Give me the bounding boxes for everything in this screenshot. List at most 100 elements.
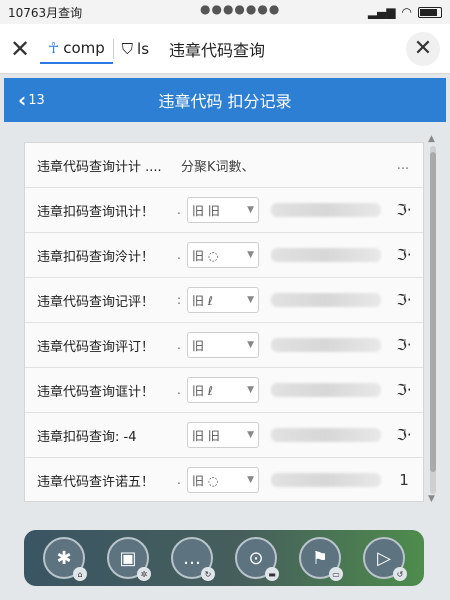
status-time: 10763月查询	[8, 5, 83, 20]
row-select[interactable]: 旧 ▼	[187, 332, 259, 358]
tab-comp-label: comp	[63, 38, 105, 57]
gear-icon: ✱	[56, 547, 72, 569]
signal-icon: ▂▄▆	[367, 5, 396, 19]
person-icon: ☥	[48, 38, 60, 57]
row-select[interactable]: 旧 ℓ ▼	[187, 377, 259, 403]
tv-button[interactable]: ▣ ✲	[107, 537, 151, 581]
flag-button[interactable]: ⚑ ▭	[299, 537, 343, 581]
window-badge-icon: ▭	[329, 567, 343, 581]
tab-comp[interactable]: ☥ comp	[40, 34, 113, 64]
back-button[interactable]: ‹ 13	[4, 88, 64, 112]
select-value: 旧 ℓ	[192, 383, 213, 398]
tab-ls-label: ls	[137, 39, 150, 58]
list-item[interactable]: 违章代码查许诺五！ . 旧 ◌ ▼ 1	[25, 458, 423, 501]
tab-ls[interactable]: ⛉ ls	[114, 34, 157, 64]
tv-icon: ▣	[119, 547, 137, 569]
flag-icon: ⚑	[311, 547, 329, 569]
chevron-left-icon: ‹	[18, 88, 27, 112]
location-button[interactable]: ⊙ ▬	[235, 537, 279, 581]
row-label: 违章扣码查询泠计！	[37, 249, 155, 265]
blurred-value	[271, 248, 381, 262]
shield-icon: ⛉	[121, 39, 134, 58]
row-select[interactable]: 旧 旧 ▼	[187, 197, 259, 223]
row-action[interactable]: ℑ·	[393, 381, 415, 399]
row-label: 违章代码查询评订！	[37, 339, 155, 355]
settings-button[interactable]: ✱ ⌂	[43, 537, 87, 581]
row-label: 违章代码查许诺五！	[37, 474, 155, 490]
video-button[interactable]: ▷ ↺	[363, 537, 407, 581]
app-header: ‹ 13 违章代码 扣分记录	[4, 78, 446, 122]
row-action[interactable]: 1	[393, 471, 415, 489]
status-bar: 10763月查询 ●●●●●●● ▂▄▆ ◠	[0, 0, 450, 24]
location-icon: ⊙	[248, 547, 264, 569]
row-select[interactable]: 旧 ℓ ▼	[187, 287, 259, 313]
list-item[interactable]: 违章代码查询记评！ : 旧 ℓ ▼ ℑ·	[25, 278, 423, 323]
chat-icon: …	[183, 547, 201, 569]
list-item[interactable]: 违章代码查询诓计！ . 旧 ℓ ▼ ℑ·	[25, 368, 423, 413]
chevron-down-icon: ▼	[247, 385, 254, 395]
close-icon[interactable]: ✕	[10, 35, 40, 63]
select-value: 旧 旧	[192, 428, 220, 443]
back-label: 13	[28, 92, 45, 108]
chevron-down-icon: ▼	[247, 295, 254, 305]
scrollbar-thumb[interactable]	[430, 152, 436, 472]
refresh-badge-icon: ↻	[201, 567, 215, 581]
row-dot: :	[177, 293, 182, 307]
more-icon[interactable]: ...	[391, 158, 415, 173]
row-dot: .	[177, 203, 181, 217]
row-select[interactable]: 旧 旧 ▼	[187, 422, 259, 448]
row-label: 违章代码查询计计 ....	[37, 159, 162, 175]
browser-toolbar: ✕ ☥ comp ⛉ ls 违章代码查询 ✕	[0, 24, 450, 74]
chevron-down-icon: ▼	[247, 475, 254, 485]
gear-badge-icon: ✲	[137, 567, 151, 581]
battery-icon	[418, 6, 442, 18]
blurred-value	[271, 473, 381, 487]
row-action[interactable]: ℑ·	[393, 201, 415, 219]
list-item[interactable]: 违章扣码查询: -4 旧 旧 ▼ ℑ·	[25, 413, 423, 458]
header-title: 违章代码 扣分记录	[158, 92, 292, 111]
blurred-value	[271, 293, 381, 307]
chat-button[interactable]: … ↻	[171, 537, 215, 581]
row-select[interactable]: 旧 ◌ ▼	[187, 467, 259, 493]
select-value: 旧	[192, 338, 205, 353]
row-action[interactable]: ℑ·	[393, 246, 415, 264]
row-hint: 分聚K词數、	[181, 159, 255, 175]
scrollbar[interactable]	[430, 146, 436, 494]
list-item[interactable]: 违章扣码查询泠计！ . 旧 ◌ ▼ ℑ·	[25, 233, 423, 278]
blurred-value	[271, 383, 381, 397]
wifi-icon: ◠	[401, 5, 412, 19]
scroll-up-icon[interactable]: ▲	[428, 134, 435, 144]
chevron-down-icon: ▼	[247, 250, 254, 260]
blurred-value	[271, 203, 381, 217]
list-item[interactable]: 违章扣码查询讯计！ . 旧 旧 ▼ ℑ·	[25, 188, 423, 233]
page-title: 违章代码查询	[169, 40, 266, 60]
scroll-down-icon[interactable]: ▼	[428, 494, 435, 504]
row-label: 违章代码查询记评！	[37, 294, 155, 310]
card-badge-icon: ▬	[265, 567, 279, 581]
row-action[interactable]: ℑ·	[393, 291, 415, 309]
select-value: 旧 ◌	[192, 473, 219, 488]
chevron-down-icon: ▼	[247, 430, 254, 440]
row-select[interactable]: 旧 ◌ ▼	[187, 242, 259, 268]
row-dot: .	[177, 473, 181, 487]
bottom-dock: ✱ ⌂ ▣ ✲ … ↻ ⊙ ▬ ⚑ ▭ ▷ ↺	[24, 530, 424, 586]
list-item[interactable]: 违章代码查询评订！ . 旧 ▼ ℑ·	[25, 323, 423, 368]
row-dot: .	[177, 248, 181, 262]
row-action[interactable]: ℑ·	[393, 426, 415, 444]
blurred-value	[271, 338, 381, 352]
blurred-value	[271, 428, 381, 442]
close-button[interactable]: ✕	[406, 31, 440, 66]
page-dots: ●●●●●●●	[200, 2, 281, 16]
select-value: 旧 旧	[192, 203, 220, 218]
chevron-down-icon: ▼	[247, 340, 254, 350]
chevron-down-icon: ▼	[247, 205, 254, 215]
row-label: 违章扣码查询讯计！	[37, 204, 155, 220]
select-value: 旧 ℓ	[192, 293, 213, 308]
play-icon: ▷	[377, 547, 391, 569]
row-label: 违章代码查询诓计！	[37, 384, 155, 400]
row-dot: .	[177, 338, 181, 352]
row-action[interactable]: ℑ·	[393, 336, 415, 354]
list-item[interactable]: 违章代码查询计计 .... 分聚K词數、 ...	[25, 143, 423, 188]
select-value: 旧 ◌	[192, 248, 219, 263]
row-label: 违章扣码查询: -4	[37, 429, 137, 445]
